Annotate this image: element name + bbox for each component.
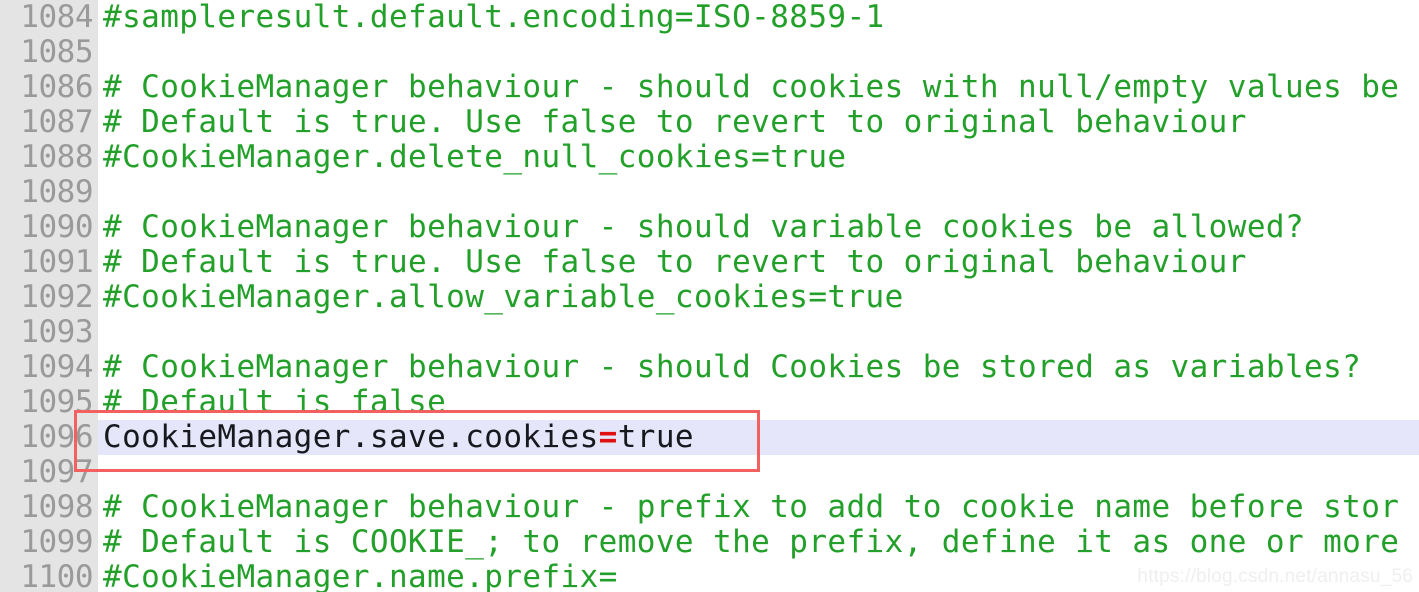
code-line[interactable]: 1090 # CookieManager behaviour - should v… (0, 210, 1419, 245)
line-number: 1096 (20, 419, 93, 455)
line-number: 1089 (20, 174, 93, 210)
line-number: 1093 (20, 314, 93, 350)
code-lines-container[interactable]: 1084 #sampleresult.default.encoding=ISO-8… (0, 0, 1419, 592)
line-number: 1095 (20, 384, 93, 420)
line-number: 1090 (20, 209, 93, 245)
code-line[interactable]: 1084 #sampleresult.default.encoding=ISO-8… (0, 0, 1419, 35)
code-line-text-comment: # CookieManager behaviour - should cooki… (103, 69, 1400, 105)
line-number: 1097 (20, 454, 93, 490)
line-number: 1084 (20, 0, 93, 35)
property-key: CookieManager.save.cookies (103, 419, 599, 455)
line-number: 1088 (20, 139, 93, 175)
code-line[interactable]: 1091 # Default is true. Use false to reve… (0, 245, 1419, 280)
line-number: 1094 (20, 349, 93, 385)
code-line[interactable]: 1098 # CookieManager behaviour - prefix t… (0, 490, 1419, 525)
code-editor: 1084 #sampleresult.default.encoding=ISO-8… (0, 0, 1419, 592)
line-number: 1091 (20, 244, 93, 280)
code-line[interactable]: 1096 CookieManager.save.cookies=true (0, 420, 1419, 455)
line-number: 1099 (20, 524, 93, 560)
code-line[interactable]: 1093 (0, 315, 1419, 350)
code-line[interactable]: 1086 # CookieManager behaviour - should c… (0, 70, 1419, 105)
line-number: 1086 (20, 69, 93, 105)
line-number: 1092 (20, 279, 93, 315)
code-line[interactable]: 1094 # CookieManager behaviour - should C… (0, 350, 1419, 385)
line-number: 1100 (20, 559, 93, 592)
code-line-text-active: CookieManager.save.cookies=true (103, 420, 694, 455)
line-number: 1087 (20, 104, 93, 140)
code-line-text-comment: # Default is true. Use false to revert t… (103, 104, 1247, 140)
code-line[interactable]: 1089 (0, 175, 1419, 210)
code-line-text-comment: #CookieManager.allow_variable_cookies=tr… (103, 279, 904, 315)
code-line[interactable]: 1088 #CookieManager.delete_null_cookies=t… (0, 140, 1419, 175)
code-line-text-comment: #CookieManager.delete_null_cookies=true (103, 139, 847, 175)
code-line-text-comment: #sampleresult.default.encoding=ISO-8859-… (103, 0, 885, 35)
property-value: true (617, 419, 694, 455)
line-number: 1085 (20, 34, 93, 70)
watermark-text: https://blog.csdn.net/annasu_56 (1137, 566, 1413, 587)
code-line-text-comment: # Default is false (103, 384, 447, 420)
code-line[interactable]: 1092 #CookieManager.allow_variable_cookie… (0, 280, 1419, 315)
code-line[interactable]: 1087 # Default is true. Use false to reve… (0, 105, 1419, 140)
line-number: 1098 (20, 489, 93, 525)
code-line-text-comment: #CookieManager.name.prefix= (103, 559, 618, 592)
code-line-text-comment: # CookieManager behaviour - prefix to ad… (103, 489, 1400, 525)
code-line-text-comment: # Default is COOKIE_; to remove the pref… (103, 524, 1400, 560)
equals-operator: = (598, 419, 618, 455)
code-line[interactable]: 1095 # Default is false (0, 385, 1419, 420)
code-line-text-comment: # CookieManager behaviour - should Cooki… (103, 349, 1362, 385)
code-line[interactable]: 1097 (0, 455, 1419, 490)
code-line-text-comment: # CookieManager behaviour - should varia… (103, 209, 1305, 245)
code-line-text-comment: # Default is true. Use false to revert t… (103, 244, 1247, 280)
code-line[interactable]: 1085 (0, 35, 1419, 70)
code-line[interactable]: 1099 # Default is COOKIE_; to remove the … (0, 525, 1419, 560)
